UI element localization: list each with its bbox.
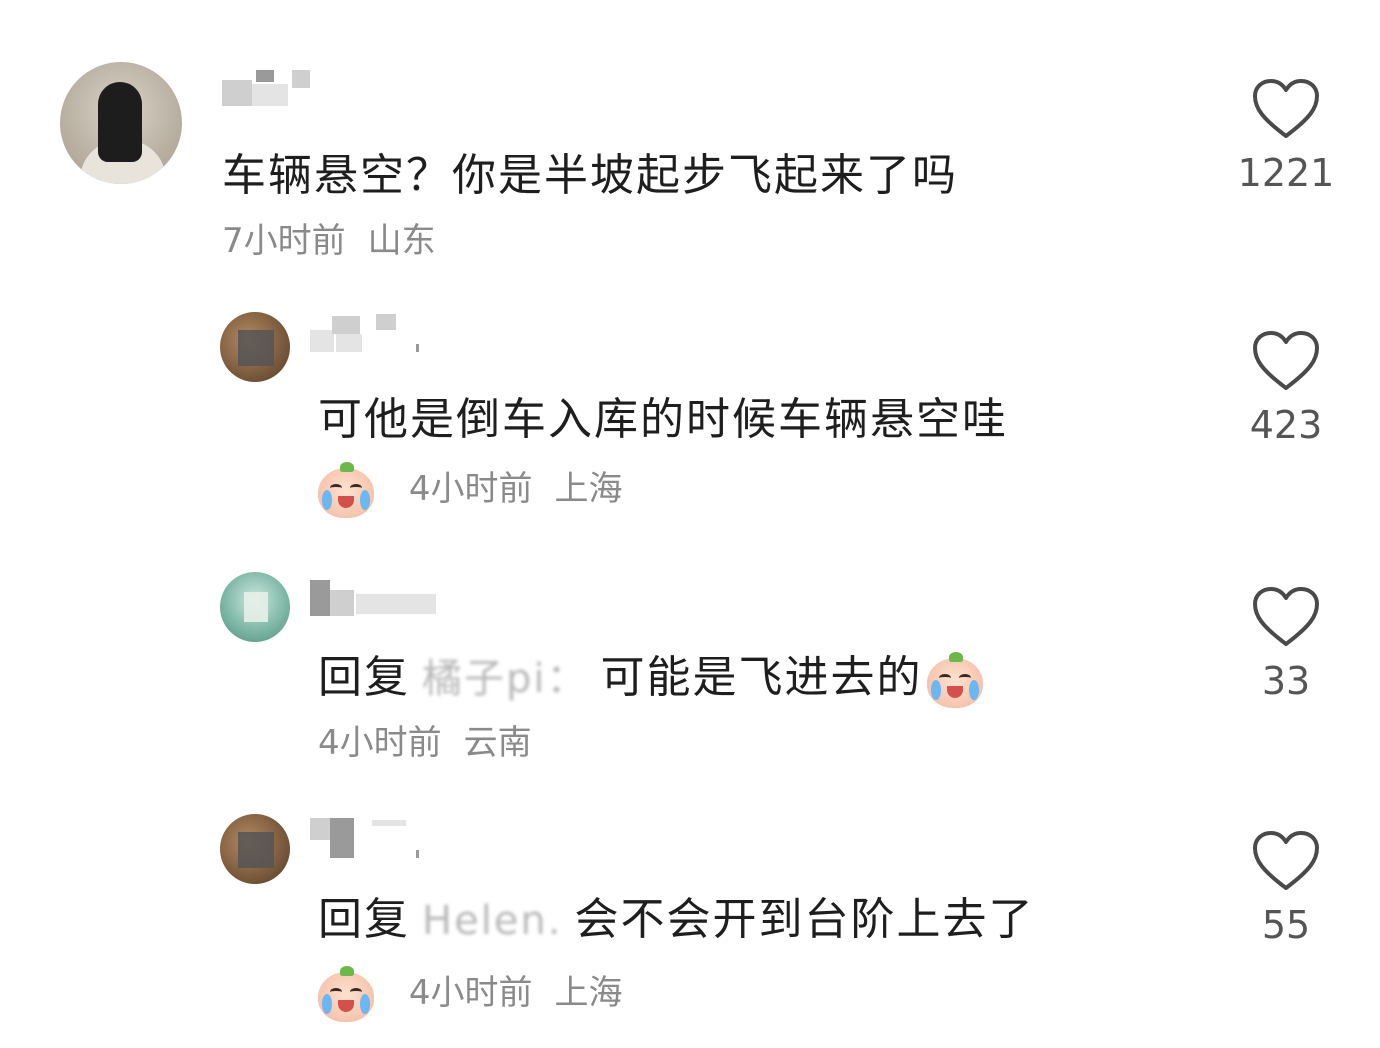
comment-location: 云南 — [463, 723, 532, 763]
heart-outline-icon — [1253, 831, 1319, 890]
comment-text: 回复 橘子pi： 可能是飞进去的 — [318, 652, 983, 708]
comment-location: 上海 — [554, 468, 623, 509]
avatar-image — [98, 82, 142, 162]
avatar-image — [238, 832, 274, 868]
like-count: 1221 — [1237, 151, 1335, 195]
reply-target-username[interactable]: Helen. — [422, 901, 562, 941]
heart-outline-icon — [1253, 79, 1319, 138]
comment-meta: 4小时前 上海 — [318, 966, 622, 1022]
username-obscured[interactable] — [310, 816, 430, 858]
reply-prefix: 回复 — [318, 652, 410, 703]
avatar-image — [238, 330, 274, 366]
avatar[interactable] — [220, 814, 290, 884]
like-button[interactable]: 423 — [1236, 330, 1336, 444]
comment-location: 上海 — [554, 972, 623, 1013]
comment-text: 可他是倒车入库的时候车辆悬空哇 — [318, 394, 1008, 445]
crying-laughing-emoji-icon — [318, 462, 374, 518]
reply-text: 会不会开到台阶上去了 — [574, 894, 1035, 945]
comment-text: 车辆悬空？你是半坡起步飞起来了吗 — [222, 150, 958, 201]
crying-laughing-emoji-icon — [318, 966, 374, 1022]
comment-time: 4小时前 — [408, 972, 533, 1013]
like-button[interactable]: 55 — [1236, 830, 1336, 944]
comment-location: 山东 — [367, 221, 436, 261]
avatar[interactable] — [220, 312, 290, 382]
like-count: 33 — [1261, 659, 1311, 703]
like-count: 423 — [1249, 403, 1323, 447]
username-obscured[interactable] — [310, 312, 430, 352]
crying-laughing-emoji-icon — [926, 652, 983, 708]
heart-outline-icon — [1253, 587, 1319, 646]
avatar-image — [244, 592, 268, 622]
comment-meta: 4小时前 云南 — [318, 726, 532, 760]
username-obscured[interactable] — [310, 576, 450, 616]
username-obscured[interactable] — [222, 66, 322, 106]
comment-time: 4小时前 — [408, 468, 533, 509]
comment-text: 回复 Helen. 会不会开到台阶上去了 — [318, 898, 1034, 942]
avatar[interactable] — [220, 572, 290, 642]
reply-prefix: 回复 — [318, 894, 410, 945]
comment-meta: 7小时前 山东 — [222, 224, 436, 258]
reply-target-username[interactable]: 橘子pi： — [422, 659, 589, 699]
reply-text: 可能是飞进去的 — [600, 652, 923, 703]
comment-meta: 4小时前 上海 — [318, 462, 622, 518]
comment-time: 4小时前 — [318, 723, 442, 763]
like-count: 55 — [1261, 903, 1311, 947]
comment-time: 7小时前 — [222, 221, 346, 261]
avatar[interactable] — [60, 62, 182, 184]
like-button[interactable]: 1221 — [1236, 78, 1336, 192]
heart-outline-icon — [1253, 331, 1319, 390]
like-button[interactable]: 33 — [1236, 586, 1336, 700]
